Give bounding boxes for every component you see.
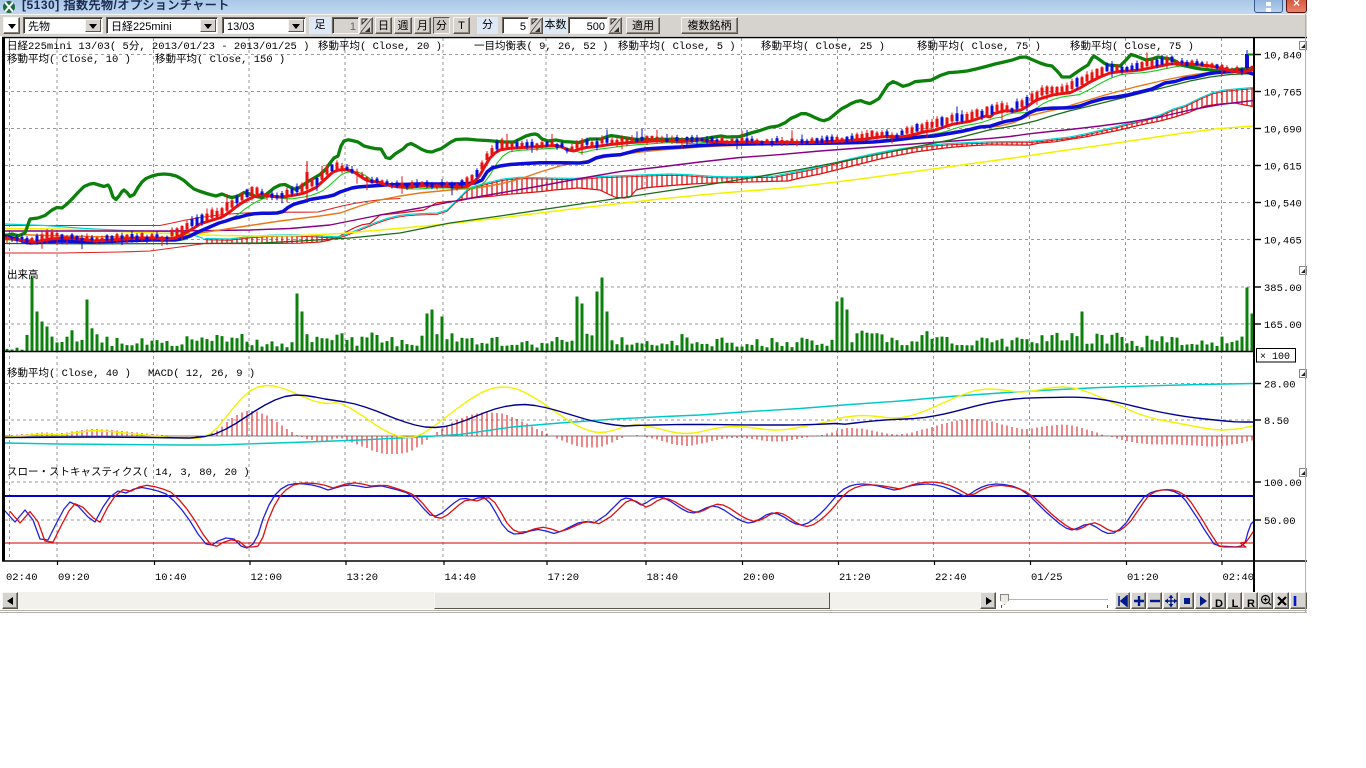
- svg-text:02:40: 02:40: [1223, 572, 1255, 584]
- svg-text:28.00: 28.00: [1264, 380, 1296, 392]
- svg-text:出来高: 出来高: [7, 268, 39, 282]
- svg-text:10,690: 10,690: [1264, 125, 1302, 137]
- svg-text:× 100: × 100: [1260, 352, 1290, 363]
- svg-text:10,540: 10,540: [1264, 199, 1302, 211]
- svg-text:移動平均( Close, 10 ): 移動平均( Close, 10 ): [7, 52, 131, 66]
- svg-text:50.00: 50.00: [1264, 516, 1296, 528]
- svg-text:移動平均( Close, 20 ): 移動平均( Close, 20 ): [318, 39, 442, 53]
- svg-text:10,615: 10,615: [1264, 162, 1302, 174]
- svg-text:02:40: 02:40: [6, 572, 38, 584]
- svg-text:日経225mini 13/03( 5分, 2013/01/2: 日経225mini 13/03( 5分, 2013/01/23 - 2013/0…: [7, 39, 309, 53]
- svg-text:21:20: 21:20: [839, 572, 871, 584]
- svg-text:100.00: 100.00: [1264, 478, 1302, 490]
- svg-text:8.50: 8.50: [1264, 416, 1289, 428]
- svg-text:20:00: 20:00: [743, 572, 775, 584]
- svg-text:01:20: 01:20: [1127, 572, 1159, 584]
- svg-text:MACD( 12, 26, 9 ): MACD( 12, 26, 9 ): [148, 368, 255, 380]
- svg-text:01/25: 01/25: [1031, 572, 1063, 584]
- svg-text:スロー・ストキャスティクス( 14, 3, 80, 20 ): スロー・ストキャスティクス( 14, 3, 80, 20 ): [7, 466, 250, 479]
- svg-text:385.00: 385.00: [1264, 283, 1302, 295]
- svg-text:165.00: 165.00: [1264, 320, 1302, 332]
- svg-text:移動平均( Close, 5 ): 移動平均( Close, 5 ): [618, 39, 736, 53]
- svg-text:10:40: 10:40: [155, 572, 187, 584]
- svg-text:一目均衡表( 9, 26, 52 ): 一目均衡表( 9, 26, 52 ): [474, 39, 608, 53]
- svg-text:22:40: 22:40: [935, 572, 967, 584]
- svg-text:10,840: 10,840: [1264, 51, 1302, 63]
- svg-text:移動平均( Close, 75 ): 移動平均( Close, 75 ): [1070, 39, 1194, 53]
- svg-text:10,765: 10,765: [1264, 88, 1302, 100]
- svg-text:09:20: 09:20: [58, 572, 90, 584]
- svg-text:移動平均( Close, 25 ): 移動平均( Close, 25 ): [761, 39, 885, 53]
- svg-text:14:40: 14:40: [445, 572, 477, 584]
- svg-text:18:40: 18:40: [647, 572, 679, 584]
- svg-text:10,465: 10,465: [1264, 236, 1302, 248]
- svg-text:13:20: 13:20: [347, 572, 379, 584]
- svg-text:17:20: 17:20: [548, 572, 580, 584]
- svg-text:移動平均( Close, 40 ): 移動平均( Close, 40 ): [7, 366, 131, 380]
- svg-text:12:00: 12:00: [251, 572, 283, 584]
- svg-text:移動平均( Close, 75 ): 移動平均( Close, 75 ): [917, 39, 1041, 53]
- svg-text:移動平均( Close, 150 ): 移動平均( Close, 150 ): [155, 52, 285, 66]
